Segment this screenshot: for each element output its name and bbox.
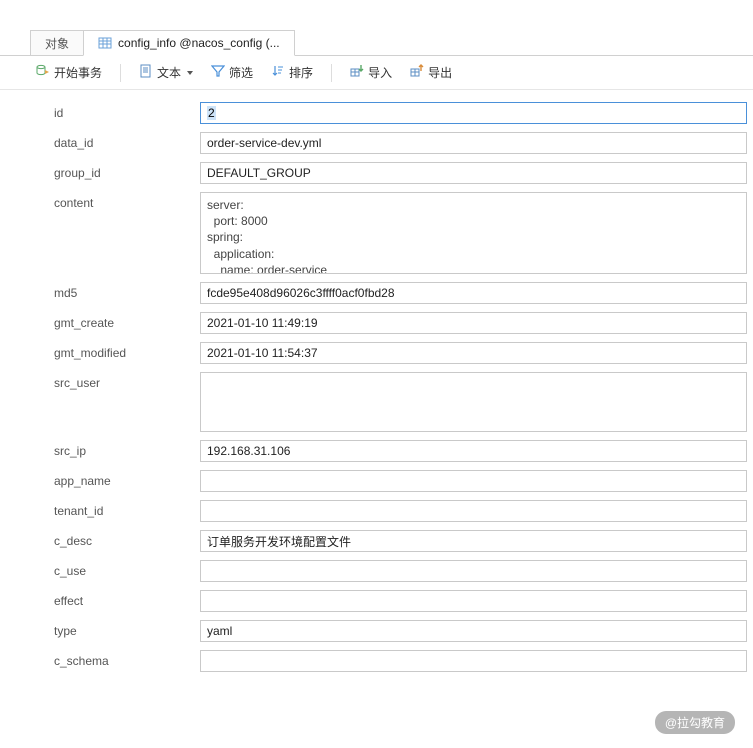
record-form: id 2 data_id group_id content server: po… xyxy=(0,89,753,676)
toolbar-separator xyxy=(331,64,332,82)
label-content: content xyxy=(0,192,200,210)
document-icon xyxy=(139,64,153,81)
label-gmt-create: gmt_create xyxy=(0,312,200,330)
row-gmt-create: gmt_create xyxy=(0,308,753,338)
field-type[interactable] xyxy=(200,620,747,642)
label-type: type xyxy=(0,620,200,638)
field-md5[interactable] xyxy=(200,282,747,304)
row-data-id: data_id xyxy=(0,128,753,158)
export-icon xyxy=(410,64,424,81)
tab-config-info[interactable]: config_info @nacos_config (... xyxy=(83,30,295,56)
field-id[interactable]: 2 xyxy=(200,102,747,124)
label-gmt-modified: gmt_modified xyxy=(0,342,200,360)
row-group-id: group_id xyxy=(0,158,753,188)
filter-icon xyxy=(211,64,225,81)
database-play-icon xyxy=(36,64,50,81)
tab-config-info-label: config_info @nacos_config (... xyxy=(118,36,280,50)
sort-icon xyxy=(271,64,285,81)
watermark: @拉勾教育 xyxy=(655,711,735,734)
row-c-schema: c_schema xyxy=(0,646,753,676)
row-type: type xyxy=(0,616,753,646)
row-src-ip: src_ip xyxy=(0,436,753,466)
label-src-user: src_user xyxy=(0,372,200,390)
toolbar: 开始事务 文本 筛选 xyxy=(0,56,753,89)
field-c-schema[interactable] xyxy=(200,650,747,672)
field-c-use[interactable] xyxy=(200,560,747,582)
label-c-use: c_use xyxy=(0,560,200,578)
row-c-desc: c_desc xyxy=(0,526,753,556)
field-effect[interactable] xyxy=(200,590,747,612)
label-data-id: data_id xyxy=(0,132,200,150)
label-app-name: app_name xyxy=(0,470,200,488)
begin-transaction-label: 开始事务 xyxy=(54,64,102,81)
field-src-user[interactable] xyxy=(200,372,747,432)
label-id: id xyxy=(0,102,200,120)
table-icon xyxy=(98,36,112,50)
field-app-name[interactable] xyxy=(200,470,747,492)
field-data-id[interactable] xyxy=(200,132,747,154)
field-src-ip[interactable] xyxy=(200,440,747,462)
tab-object-label: 对象 xyxy=(45,35,69,52)
row-content: content server: port: 8000 spring: appli… xyxy=(0,188,753,278)
text-mode-button[interactable]: 文本 xyxy=(133,62,199,83)
filter-button[interactable]: 筛选 xyxy=(205,62,259,83)
field-c-desc[interactable] xyxy=(200,530,747,552)
row-c-use: c_use xyxy=(0,556,753,586)
sort-button[interactable]: 排序 xyxy=(265,62,319,83)
label-c-schema: c_schema xyxy=(0,650,200,668)
tab-object[interactable]: 对象 xyxy=(30,30,84,56)
sort-label: 排序 xyxy=(289,64,313,81)
row-app-name: app_name xyxy=(0,466,753,496)
label-tenant-id: tenant_id xyxy=(0,500,200,518)
label-group-id: group_id xyxy=(0,162,200,180)
export-button[interactable]: 导出 xyxy=(404,62,458,83)
label-md5: md5 xyxy=(0,282,200,300)
field-tenant-id[interactable] xyxy=(200,500,747,522)
field-group-id[interactable] xyxy=(200,162,747,184)
field-gmt-create[interactable] xyxy=(200,312,747,334)
tab-bar: 对象 config_info @nacos_config (... xyxy=(0,26,753,56)
field-content[interactable]: server: port: 8000 spring: application: … xyxy=(200,192,747,274)
filter-label: 筛选 xyxy=(229,64,253,81)
row-gmt-modified: gmt_modified xyxy=(0,338,753,368)
import-button[interactable]: 导入 xyxy=(344,62,398,83)
import-label: 导入 xyxy=(368,64,392,81)
import-icon xyxy=(350,64,364,81)
window-top-gap xyxy=(0,0,753,26)
row-md5: md5 xyxy=(0,278,753,308)
field-id-value: 2 xyxy=(207,106,216,120)
row-tenant-id: tenant_id xyxy=(0,496,753,526)
field-gmt-modified[interactable] xyxy=(200,342,747,364)
label-src-ip: src_ip xyxy=(0,440,200,458)
label-c-desc: c_desc xyxy=(0,530,200,548)
row-id: id 2 xyxy=(0,98,753,128)
chevron-down-icon xyxy=(187,71,193,75)
label-effect: effect xyxy=(0,590,200,608)
row-src-user: src_user xyxy=(0,368,753,436)
text-mode-label: 文本 xyxy=(157,64,181,81)
row-effect: effect xyxy=(0,586,753,616)
begin-transaction-button[interactable]: 开始事务 xyxy=(30,62,108,83)
export-label: 导出 xyxy=(428,64,452,81)
toolbar-separator xyxy=(120,64,121,82)
